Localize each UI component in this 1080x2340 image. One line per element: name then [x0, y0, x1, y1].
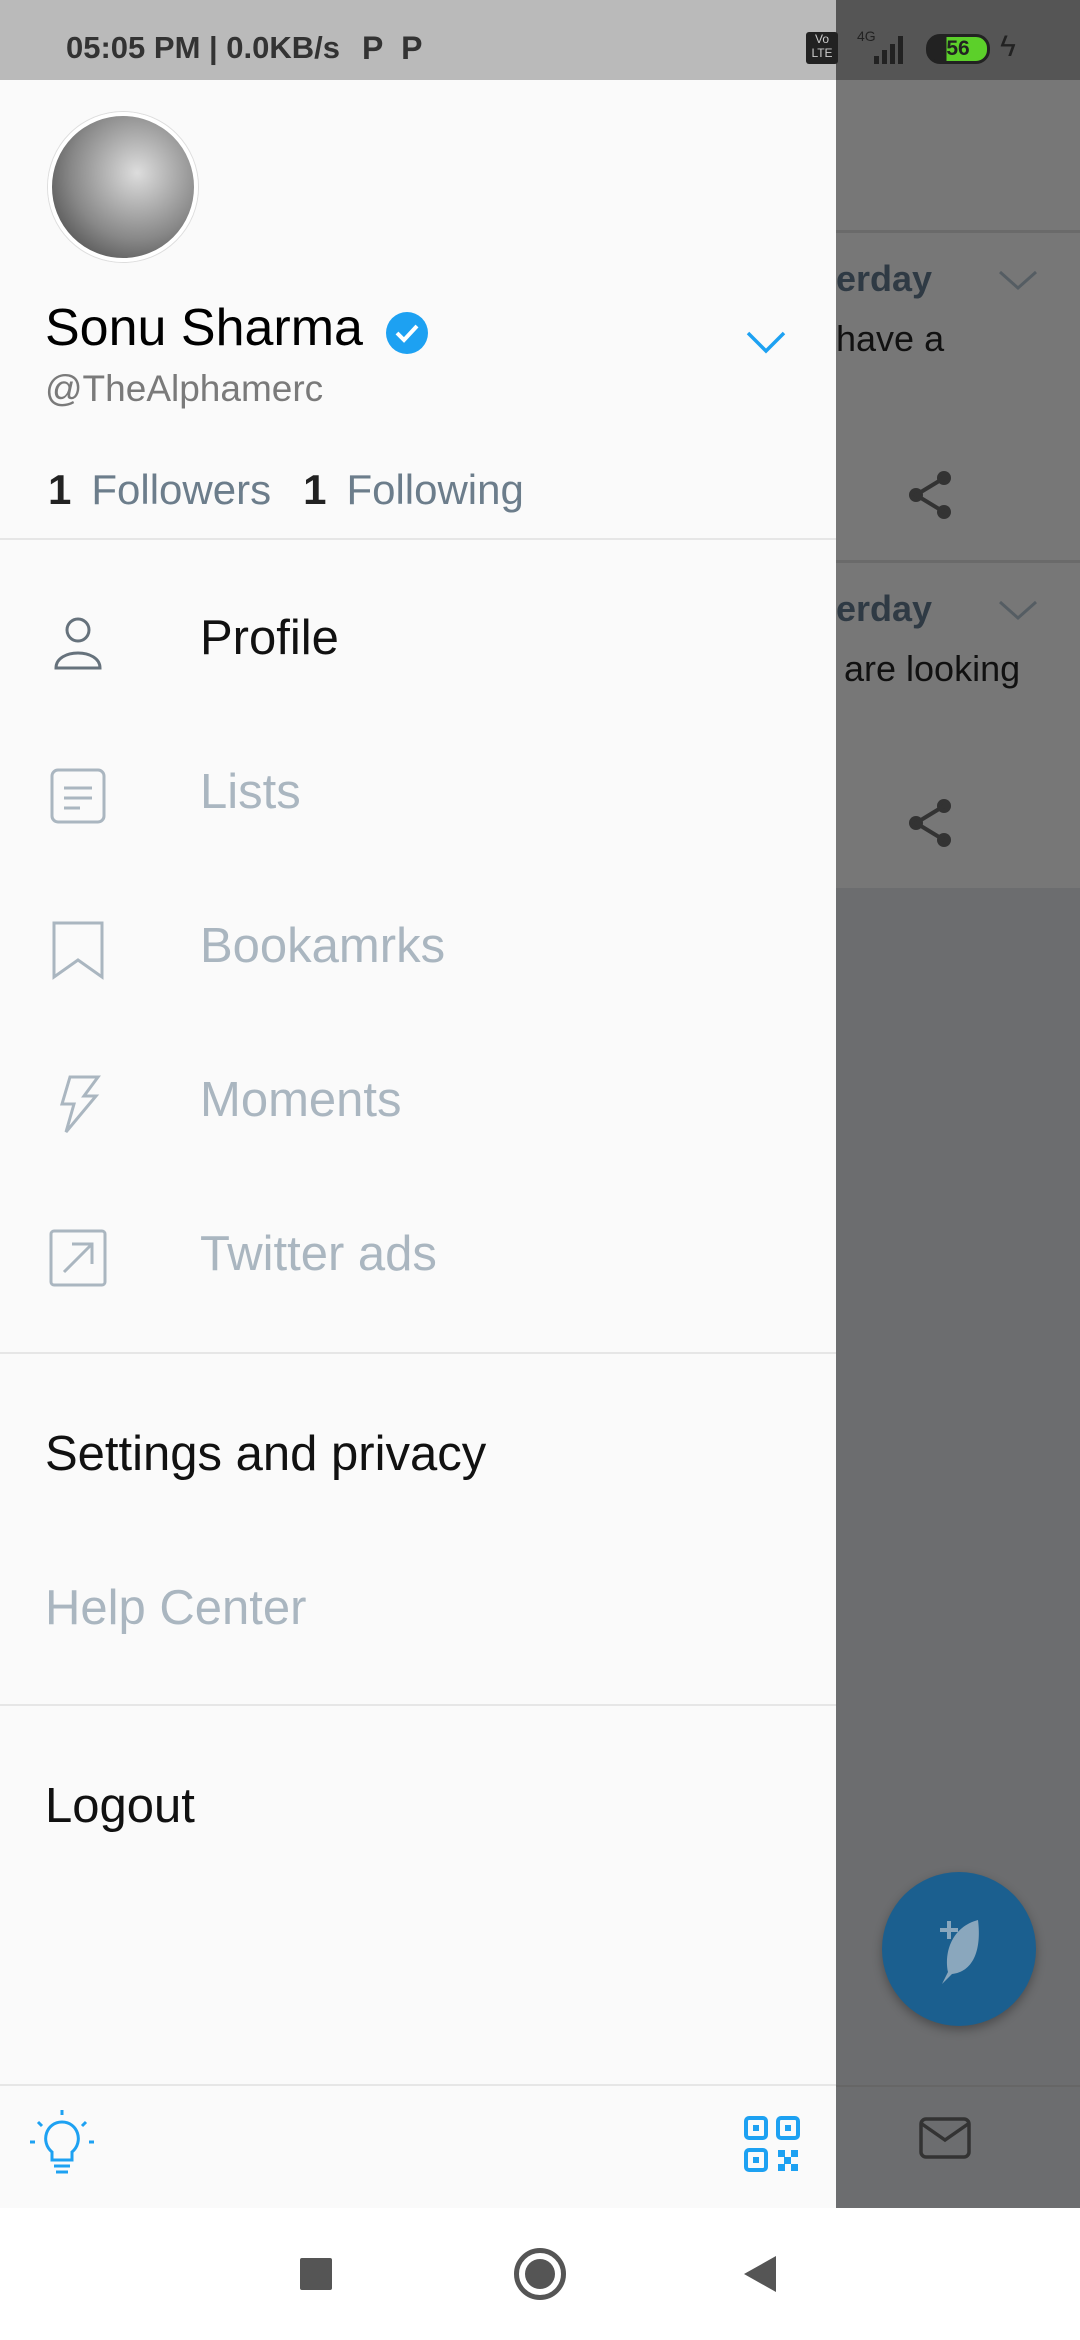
divider — [0, 1704, 836, 1706]
lightbulb-icon[interactable] — [26, 2106, 98, 2178]
followers-count: 1 — [48, 466, 72, 513]
lightning-icon — [59, 1075, 101, 1133]
battery-icon: 56 — [926, 34, 990, 64]
notification-icon: P P — [362, 30, 423, 66]
volte-icon: Vo LTE — [806, 32, 838, 64]
menu-item-help-center[interactable]: Help Center — [45, 1580, 306, 1636]
menu-item-twitter-ads[interactable]: Twitter ads — [200, 1226, 437, 1282]
following-link[interactable]: Following — [346, 466, 523, 514]
tweet-text: are looking — [844, 648, 1021, 689]
tweet-date: erday — [836, 258, 933, 299]
divider — [836, 2085, 1080, 2087]
menu-item-settings[interactable]: Settings and privacy — [45, 1426, 486, 1482]
menu-item-profile[interactable]: Profile — [200, 610, 339, 666]
follow-stats: 1 Followers 1 Following — [48, 466, 524, 514]
list-icon — [50, 768, 106, 824]
chevron-down-icon[interactable] — [998, 598, 1038, 622]
status-bar: 05:05 PM | 0.0KB/s P P Vo LTE 4G 56 ϟ — [0, 0, 1080, 80]
chevron-down-icon[interactable] — [998, 268, 1038, 292]
status-time: 05:05 PM | 0.0KB/s — [66, 30, 341, 65]
home-button[interactable] — [514, 2248, 566, 2300]
divider — [0, 1352, 836, 1354]
navigation-drawer: Sonu Sharma @TheAlphamerc 1 Followers 1 … — [0, 80, 836, 2208]
tweet-date: erday — [836, 588, 933, 629]
recents-button[interactable] — [300, 2258, 332, 2290]
verified-badge-icon — [386, 312, 428, 354]
bookmark-icon — [52, 921, 104, 980]
compose-tweet-button[interactable] — [882, 1872, 1036, 2026]
external-link-icon — [49, 1229, 107, 1287]
charging-icon: ϟ — [1000, 30, 1016, 63]
profile-name: Sonu Sharma — [45, 299, 363, 357]
menu-item-moments[interactable]: Moments — [200, 1072, 402, 1128]
signal-icon — [874, 36, 903, 64]
avatar[interactable] — [48, 112, 198, 262]
divider — [836, 560, 1080, 563]
back-button[interactable] — [742, 2254, 778, 2294]
system-navigation-bar — [0, 2208, 1080, 2340]
menu-item-bookmarks[interactable]: Bookamrks — [200, 918, 445, 974]
share-icon[interactable] — [906, 470, 954, 520]
chevron-down-icon[interactable] — [746, 330, 786, 354]
mail-icon[interactable] — [918, 2116, 972, 2160]
menu-item-lists[interactable]: Lists — [200, 764, 301, 820]
tweet-text: have a — [836, 318, 945, 359]
divider — [836, 230, 1080, 233]
feather-icon — [940, 1920, 979, 1984]
share-icon[interactable] — [906, 798, 954, 848]
logout-button[interactable]: Logout — [45, 1778, 195, 1834]
qr-code-icon[interactable] — [742, 2114, 802, 2174]
following-count: 1 — [303, 466, 327, 513]
divider — [0, 538, 836, 540]
person-icon — [54, 617, 102, 670]
profile-handle: @TheAlphamerc — [45, 368, 324, 409]
divider — [0, 2084, 836, 2086]
followers-link[interactable]: Followers — [91, 466, 271, 514]
